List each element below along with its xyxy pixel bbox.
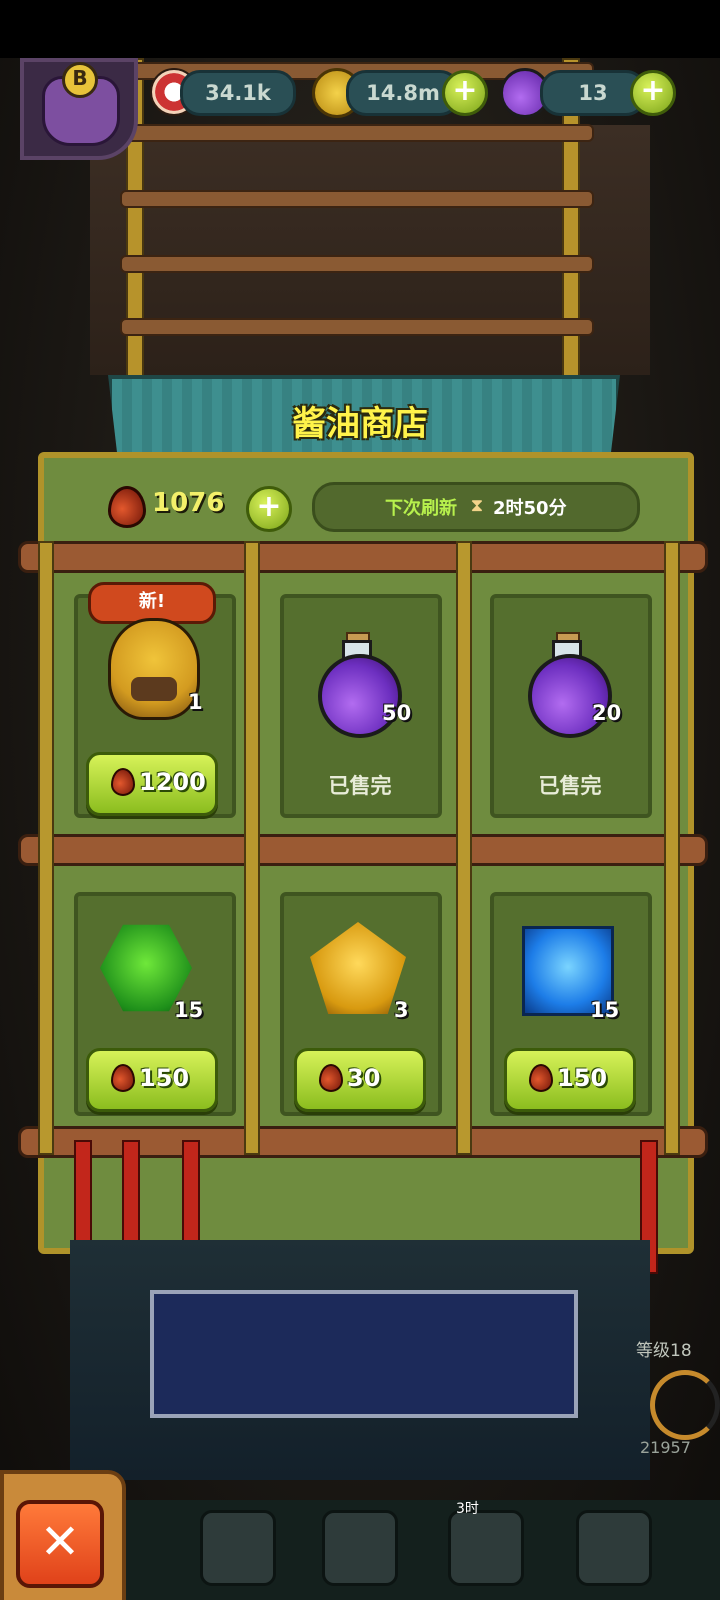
soy-sauce-drop-icon bbox=[111, 768, 135, 796]
soy-sauce-drop-icon bbox=[529, 1064, 553, 1092]
eyes-counter: 34.1k bbox=[180, 70, 296, 116]
progress-gauge-icon[interactable] bbox=[650, 1370, 720, 1440]
level-label: 等级18 bbox=[636, 1341, 692, 1361]
shop-header-row: 1076 + 下次刷新 ⧗ 2时50分 bbox=[60, 470, 670, 540]
ladder-rung bbox=[120, 318, 594, 336]
buy-button-slot-1[interactable]: 1200 bbox=[86, 752, 218, 816]
book-nav-icon[interactable] bbox=[322, 1510, 398, 1586]
add-potions-button[interactable]: + bbox=[630, 70, 676, 116]
buy-button-slot-5[interactable]: 30 bbox=[294, 1048, 426, 1112]
sack-nav-icon[interactable] bbox=[448, 1510, 524, 1586]
wrestling-ring bbox=[150, 1290, 578, 1418]
sold-out-label: 已售完 bbox=[538, 774, 602, 798]
rank-badge: B bbox=[62, 62, 98, 98]
grid-nav-icon[interactable] bbox=[576, 1510, 652, 1586]
purple-potion-icon bbox=[528, 654, 612, 738]
post bbox=[244, 541, 260, 1155]
refresh-timer: 下次刷新 ⧗ 2时50分 bbox=[312, 482, 640, 532]
item-count: 1 bbox=[188, 690, 203, 714]
sack-timer: 3时 bbox=[456, 1501, 479, 1517]
monster-item-icon bbox=[108, 618, 200, 720]
post bbox=[38, 541, 54, 1155]
refresh-label: 下次刷新 bbox=[385, 498, 457, 519]
ladder-rung bbox=[120, 190, 594, 208]
add-soy-sauce-button[interactable]: + bbox=[246, 486, 292, 532]
soy-sauce-amount: 1076 bbox=[152, 488, 225, 518]
post bbox=[664, 541, 680, 1155]
hourglass-icon: ⧗ bbox=[470, 495, 484, 516]
shelf-middle bbox=[18, 834, 708, 866]
item-count: 15 bbox=[590, 998, 620, 1022]
price-value: 150 bbox=[557, 1064, 608, 1092]
shelf-top bbox=[18, 541, 708, 573]
close-button[interactable]: ✕ bbox=[16, 1500, 104, 1588]
soy-sauce-balance: 1076 + bbox=[90, 480, 320, 532]
price-value: 1200 bbox=[139, 768, 206, 796]
purple-potion-icon bbox=[318, 654, 402, 738]
monster-nav-icon[interactable] bbox=[200, 1510, 276, 1586]
soy-sauce-drop-icon bbox=[108, 486, 146, 528]
item-count: 15 bbox=[174, 998, 204, 1022]
shop-title: 酱油商店 bbox=[292, 404, 428, 444]
price-value: 30 bbox=[347, 1064, 381, 1092]
post bbox=[456, 541, 472, 1155]
ladder-rung bbox=[120, 255, 594, 273]
buy-button-slot-4[interactable]: 150 bbox=[86, 1048, 218, 1112]
soy-sauce-drop-icon bbox=[319, 1064, 343, 1092]
add-coins-button[interactable]: + bbox=[442, 70, 488, 116]
ladder-rung bbox=[120, 124, 594, 142]
monster-mouth bbox=[131, 677, 177, 701]
price-value: 150 bbox=[139, 1064, 190, 1092]
score-value: 21957 bbox=[640, 1438, 691, 1457]
sold-out-label: 已售完 bbox=[328, 774, 392, 798]
refresh-countdown: 2时50分 bbox=[493, 498, 567, 519]
item-count: 20 bbox=[592, 701, 622, 725]
item-count: 50 bbox=[382, 701, 412, 725]
game-screen: B 34.1k 14.8m + 13 + 酱油商店 1076 + 下次刷新 ⧗ … bbox=[0, 0, 720, 1600]
soy-sauce-drop-icon bbox=[111, 1064, 135, 1092]
player-avatar[interactable]: B bbox=[20, 58, 138, 160]
resource-bar: 34.1k 14.8m + 13 + bbox=[150, 62, 690, 122]
item-count: 3 bbox=[394, 998, 409, 1022]
buy-button-slot-6[interactable]: 150 bbox=[504, 1048, 636, 1112]
status-bar bbox=[0, 0, 720, 58]
